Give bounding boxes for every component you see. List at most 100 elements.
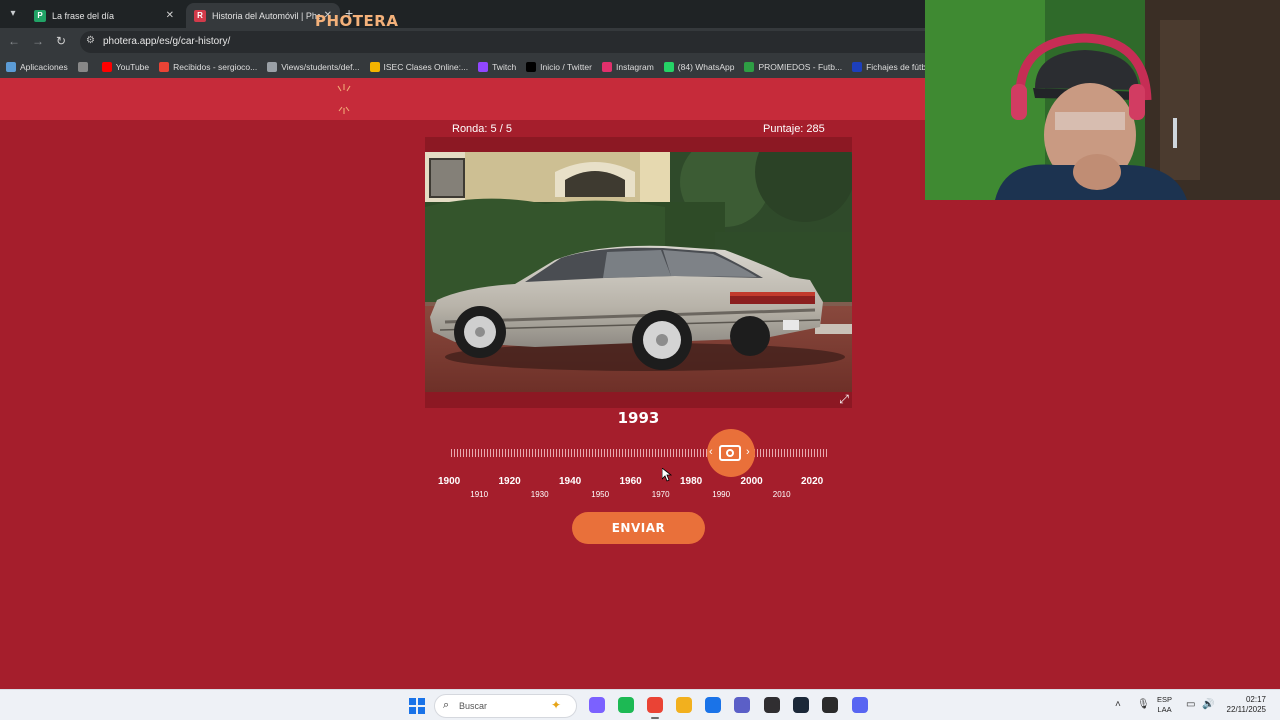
tray-overflow-icon[interactable]: ˄	[1115, 699, 1121, 710]
timeline-tick	[478, 449, 479, 457]
timeline-tick	[589, 449, 590, 457]
bookmark-label: Twitch	[492, 62, 517, 72]
timeline-tick	[649, 449, 650, 457]
timeline-tick	[799, 449, 800, 457]
document-icon	[267, 62, 278, 72]
bookmark-item[interactable]: ISEC Clases Online:...	[369, 62, 468, 72]
back-icon[interactable]: ←	[8, 34, 20, 48]
fullscreen-icon[interactable]: ⤢	[836, 392, 852, 408]
timeline-tick	[466, 449, 467, 457]
bookmark-label: Instagram	[615, 62, 654, 72]
timeline-tick	[472, 449, 473, 457]
timeline-tick	[784, 449, 785, 457]
bookmark-item[interactable]: (84) WhatsApp	[663, 62, 734, 72]
bookmark-label: Aplicaciones	[20, 62, 68, 72]
system-clock[interactable]: 02:17 22/11/2025	[1224, 695, 1266, 715]
tab-frase-del-dia[interactable]: P La frase del día ✕	[26, 3, 182, 28]
timeline-tick	[643, 449, 644, 457]
obs-icon[interactable]	[764, 697, 780, 713]
timeline-tick	[481, 449, 482, 457]
timeline-tick	[556, 449, 557, 457]
tab-title: La frase del día	[52, 10, 115, 21]
timeline-tick	[457, 449, 458, 457]
windows-start-icon[interactable]	[409, 698, 425, 714]
bookmark-item[interactable]: Aplicaciones	[6, 62, 68, 72]
bookmark-item[interactable]: PROMIEDOS - Futb...	[744, 62, 842, 72]
timeline-tick	[484, 449, 485, 457]
store-icon[interactable]	[705, 697, 721, 713]
bookmark-item[interactable]: Twitch	[478, 62, 516, 72]
close-icon[interactable]: ✕	[166, 10, 174, 21]
timeline-tick	[757, 449, 758, 457]
timeline-tick	[625, 449, 626, 457]
chevron-down-icon[interactable]: ▾	[4, 5, 22, 23]
taskbar-search[interactable]: ⌕ Buscar ✦	[434, 694, 577, 718]
timeline-tick	[538, 449, 539, 457]
timeline-tick	[490, 449, 491, 457]
submit-button[interactable]: ENVIAR	[572, 512, 705, 544]
timeline-tick	[820, 449, 821, 457]
bookmark-item[interactable]: Instagram	[601, 62, 654, 72]
timeline-tick	[493, 449, 494, 457]
sparkle-icon: ✦	[551, 698, 562, 712]
timeline-tick	[823, 449, 824, 457]
search-placeholder: Buscar	[459, 701, 488, 711]
search-icon: ⌕	[443, 699, 450, 711]
bookmark-item[interactable]: YouTube	[101, 62, 150, 72]
epic-icon[interactable]	[822, 697, 838, 713]
apps-grid-icon	[6, 62, 16, 72]
timeline-tick	[808, 449, 809, 457]
timeline-tick	[766, 449, 767, 457]
teams-icon[interactable]	[734, 697, 750, 713]
timeline-tick	[664, 449, 665, 457]
timeline-tick	[817, 449, 818, 457]
isec-icon	[369, 62, 380, 72]
timeline-tick	[811, 449, 812, 457]
active-app-indicator	[651, 717, 659, 719]
timeline-tick	[781, 449, 782, 457]
timeline-tick	[694, 449, 695, 457]
timeline-tick	[655, 449, 656, 457]
tm-icon	[852, 62, 863, 72]
file-explorer-icon[interactable]	[676, 697, 692, 713]
timeline-tick	[634, 449, 635, 457]
timeline-tick	[646, 449, 647, 457]
year-timeline-slider[interactable]	[451, 446, 829, 460]
timeline-label-minor: 1930	[530, 490, 549, 499]
bookmark-label: YouTube	[115, 62, 150, 72]
bookmark-item[interactable]: Recibidos - sergioco...	[159, 62, 257, 72]
timeline-tick	[676, 449, 677, 457]
discord-icon[interactable]	[852, 697, 868, 713]
bookmark-label: Recibidos - sergioco...	[173, 62, 258, 72]
mouse-cursor	[662, 468, 672, 482]
copilot-icon[interactable]	[589, 697, 605, 713]
timeline-tick	[451, 449, 452, 457]
bookmark-item[interactable]	[77, 62, 92, 72]
input-language[interactable]: ESP LAA	[1157, 695, 1172, 715]
steam-icon[interactable]	[793, 697, 809, 713]
address-bar[interactable]: ⚙ photera.app/es/g/car-history/	[80, 31, 925, 53]
timeline-tick	[469, 449, 470, 457]
volume-icon[interactable]: 🔊	[1202, 699, 1214, 710]
bookmark-item[interactable]: Inicio / Twitter	[526, 62, 592, 72]
reload-icon[interactable]: ↻	[56, 34, 66, 48]
timeline-label-major: 2020	[801, 476, 824, 487]
timeline-tick	[760, 449, 761, 457]
timeline-tick	[652, 449, 653, 457]
spotify-icon[interactable]	[618, 697, 634, 713]
timeline-tick	[598, 449, 599, 457]
timeline-tick	[685, 449, 686, 457]
webcam-overlay	[925, 0, 1280, 200]
arrow-right-icon: ›	[746, 446, 750, 458]
bookmark-item[interactable]: Views/students/def...	[267, 62, 360, 72]
timeline-tick	[826, 449, 827, 457]
site-info-icon[interactable]: ⚙	[86, 35, 95, 46]
timeline-tick	[529, 449, 530, 457]
network-icon[interactable]: ▭	[1186, 699, 1195, 710]
chrome-icon[interactable]	[647, 697, 663, 713]
forward-icon[interactable]: →	[32, 34, 44, 48]
microphone-icon[interactable]: 🎙	[1137, 699, 1150, 710]
browser-toolbar: ← → ↻ ⚙ photera.app/es/g/car-history/	[0, 28, 925, 56]
timeline-tick	[631, 449, 632, 457]
photera-logo[interactable]: PHOTERA	[315, 12, 398, 30]
